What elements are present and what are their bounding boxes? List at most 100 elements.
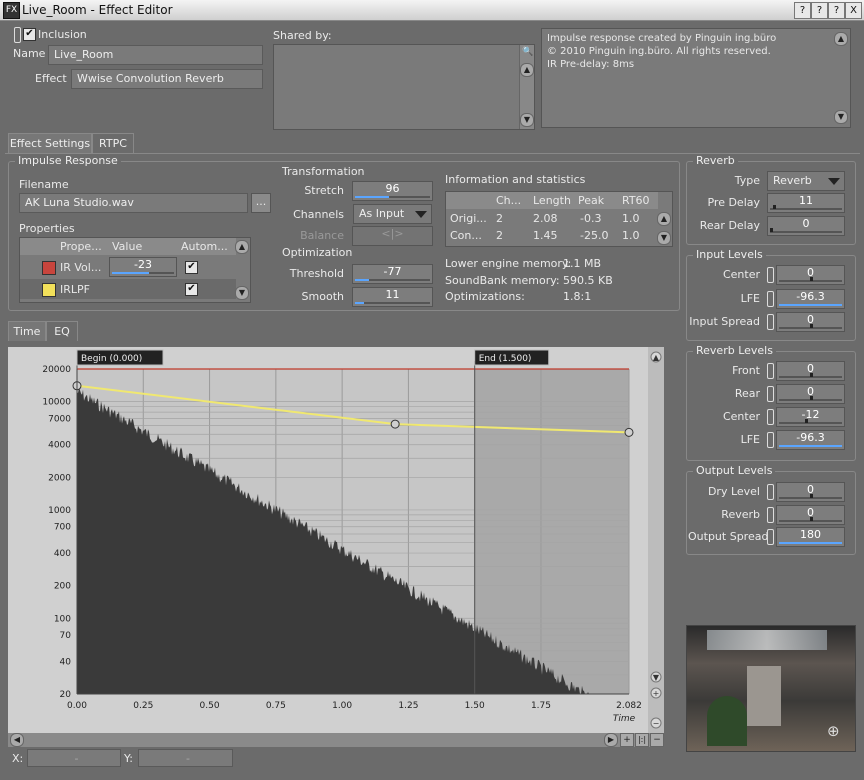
scroll-up-icon[interactable]: ▲ (657, 212, 671, 226)
stat-value: 1.1 MB (563, 257, 602, 270)
shared-by-list[interactable]: 🔍 ▲ ▼ (273, 44, 535, 130)
threshold-slider[interactable]: -77 (352, 264, 433, 284)
reardelay-slider[interactable]: 0 (767, 216, 845, 236)
x-tick-label: 1.50 (465, 701, 485, 711)
pin-icon[interactable]: ? (794, 2, 811, 19)
input-levels-slider[interactable]: 0 (776, 265, 845, 285)
tab-effect-settings[interactable]: Effect Settings (8, 133, 92, 153)
begin-marker-label: Begin (0.000) (81, 354, 142, 364)
level-value: 180 (800, 528, 821, 541)
scroll-down-icon[interactable]: ▼ (657, 231, 671, 245)
close-icon[interactable]: X (845, 2, 862, 19)
y-coord-value: - (138, 749, 233, 767)
impulse-response-graph[interactable]: Begin (0.000) End (1.500) 0.00 0.25 0.50 0.75… (8, 347, 664, 733)
stretch-slider[interactable]: 96 (352, 181, 433, 201)
link-icon[interactable] (767, 290, 774, 307)
smooth-slider[interactable]: 11 (352, 287, 433, 307)
envelope-point[interactable] (624, 427, 634, 437)
name-field[interactable]: Live_Room (48, 45, 263, 65)
link-icon[interactable] (767, 267, 774, 283)
link-icon[interactable] (767, 529, 774, 545)
search-icon[interactable]: 🔍 (522, 47, 533, 57)
zoom-out-icon[interactable]: − (650, 733, 664, 747)
stat-value: 590.5 KB (563, 274, 613, 287)
scroll-up-icon-glyph: ▲ (653, 353, 660, 362)
y-coord-label: Y: (124, 752, 133, 765)
output-levels-slider[interactable]: 0 (776, 504, 845, 525)
automated-checkbox[interactable]: ✔ (185, 283, 198, 296)
ir-volume-slider[interactable]: -23 (109, 257, 177, 277)
smooth-value: 11 (385, 288, 400, 301)
effect-field[interactable]: Wwise Convolution Reverb (71, 69, 263, 89)
inclusion-checkbox[interactable]: ✔ (23, 28, 36, 41)
reverb-levels-title: Reverb Levels (693, 344, 776, 357)
link-icon[interactable] (14, 27, 21, 43)
predelay-value: 11 (799, 194, 813, 207)
zoom-icon[interactable]: ⊕ (827, 722, 840, 740)
x-tick-label: 0.50 (200, 701, 220, 711)
link-icon[interactable] (767, 314, 774, 330)
balance-slider[interactable]: <|> (352, 226, 433, 246)
channels-label: Channels (293, 208, 344, 221)
zoom-in-icon[interactable]: + (620, 733, 634, 747)
zoom-fit-icon[interactable]: |:| (635, 733, 649, 747)
link-icon[interactable] (767, 432, 774, 448)
notes-box[interactable]: Impulse response created by Pinguin ing.… (541, 28, 851, 128)
scroll-left-icon[interactable]: ◀ (10, 733, 24, 747)
link-icon[interactable] (767, 409, 774, 425)
automated-checkbox[interactable]: ✔ (185, 261, 198, 274)
tab-eq[interactable]: EQ (46, 321, 78, 341)
browse-button[interactable]: ... (251, 193, 271, 213)
reverb-title: Reverb (693, 154, 738, 167)
help-icon[interactable]: ? (828, 2, 845, 19)
scroll-down-icon[interactable]: ▼ (520, 113, 534, 127)
scroll-up-icon[interactable]: ▲ (520, 63, 534, 77)
info-row-name: Con... (450, 229, 482, 242)
scroll-down-icon[interactable]: ▼ (235, 286, 249, 300)
table-row[interactable]: IRLPF ✔ (20, 279, 236, 299)
predelay-label: Pre Delay (707, 196, 760, 209)
input-levels-slider[interactable]: -96.3 (776, 288, 845, 309)
envelope-point[interactable] (390, 419, 400, 429)
window-title: Live_Room - Effect Editor (22, 3, 173, 17)
link-icon[interactable] (767, 484, 774, 500)
properties-grid: Prope... Value Autom... IR Vol... -23 ✔ … (19, 237, 251, 303)
balance-value: <|> (381, 227, 404, 240)
scroll-down-icon[interactable]: ▼ (834, 110, 848, 124)
reverb-levels-slider[interactable]: -12 (776, 407, 845, 427)
link-icon[interactable] (767, 506, 774, 523)
scroll-up-icon[interactable]: ▲ (235, 240, 249, 254)
tab-rtpc[interactable]: RTPC (92, 133, 134, 153)
y-tick-label: 70 (60, 631, 72, 641)
info-row-length: 2.08 (533, 212, 558, 225)
prop-name: IRLPF (60, 283, 90, 296)
scroll-right-icon[interactable]: ▶ (604, 733, 618, 747)
shared-by-scrollbar[interactable]: 🔍 ▲ ▼ (519, 45, 534, 129)
predelay-slider[interactable]: 11 (767, 193, 845, 213)
inclusion-label: Inclusion (38, 28, 87, 41)
horizontal-scrollbar[interactable]: ◀ ▶ + |:| − (8, 733, 664, 747)
info-row-ch: 2 (496, 229, 503, 242)
prop-header-value: Value (112, 240, 143, 253)
filename-field[interactable]: AK Luna Studio.wav (19, 193, 248, 213)
scroll-up-icon[interactable]: ▲ (834, 32, 848, 46)
link-icon[interactable] (767, 386, 774, 402)
output-levels-slider[interactable]: 180 (776, 527, 845, 547)
output-levels-slider[interactable]: 0 (776, 482, 845, 502)
channels-dropdown[interactable]: As Input (353, 204, 432, 224)
type-label: Type (734, 174, 760, 187)
reverb-levels-slider[interactable]: -96.3 (776, 430, 845, 450)
reverb-type-dropdown[interactable]: Reverb (767, 171, 845, 191)
unpin-icon[interactable]: ? (811, 2, 828, 19)
input-levels-slider[interactable]: 0 (776, 312, 845, 332)
reverb-levels-slider[interactable]: 0 (776, 361, 845, 381)
reverb-levels-slider[interactable]: 0 (776, 384, 845, 404)
stat-label: SoundBank memory: (445, 274, 560, 287)
threshold-label: Threshold (289, 267, 344, 280)
link-icon[interactable] (767, 363, 774, 379)
y-tick-label: 200 (54, 582, 71, 592)
tab-time[interactable]: Time (8, 321, 46, 341)
level-value: -96.3 (796, 431, 825, 444)
table-row[interactable]: IR Vol... -23 ✔ (20, 257, 236, 277)
y-tick-label: 40 (60, 657, 72, 667)
